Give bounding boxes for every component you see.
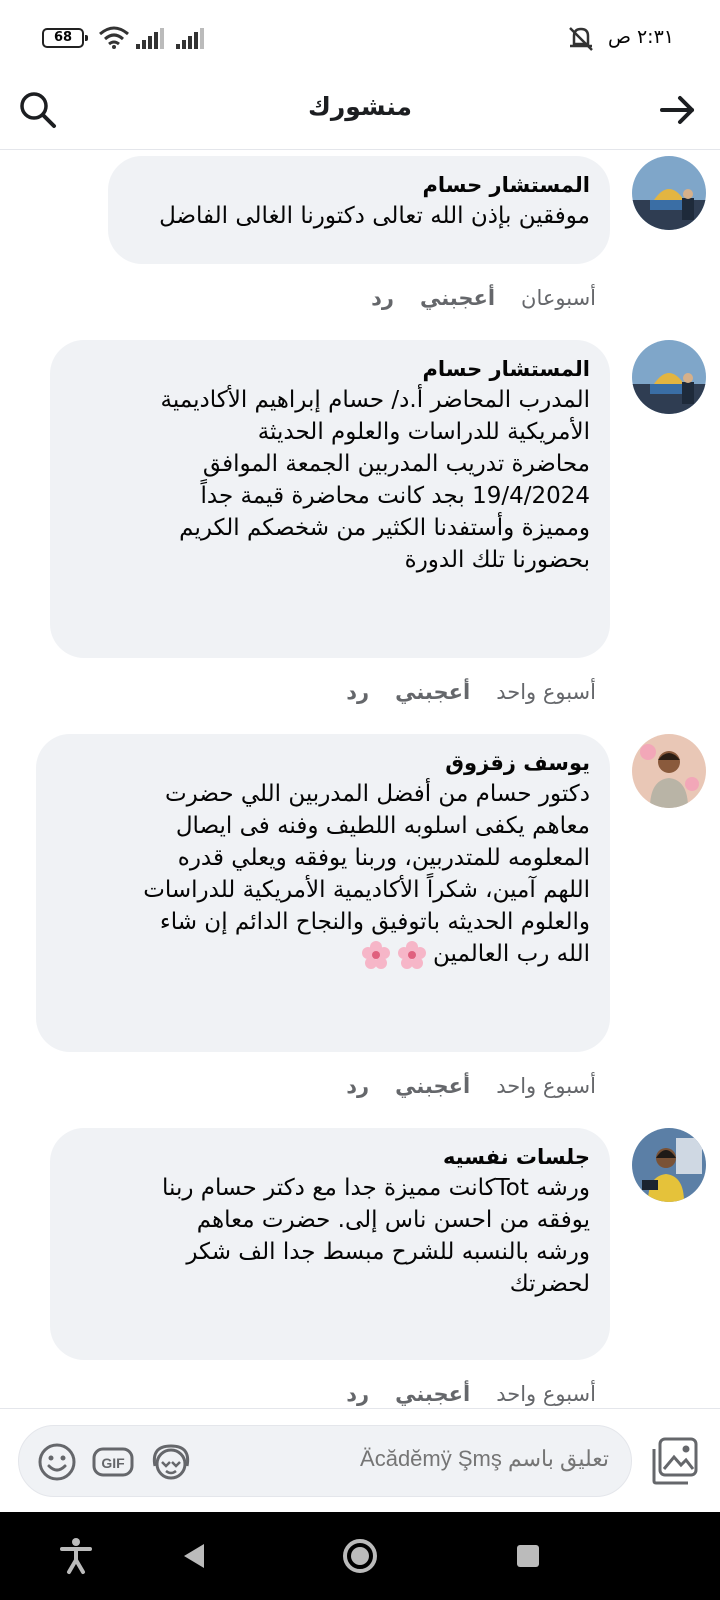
like-button[interactable]: أعجبني bbox=[395, 1382, 470, 1406]
comment-author[interactable]: جلسات نفسيه bbox=[70, 1142, 590, 1172]
comment-text: موفقين بإذن الله تعالى دكتورنا الغالى ال… bbox=[159, 203, 590, 229]
reply-button[interactable]: رد bbox=[346, 680, 369, 704]
wifi-icon bbox=[99, 26, 129, 49]
comment-line: ومميزة وأستفدنا الكثير من شخصكم الكريم bbox=[179, 515, 590, 541]
status-bar: 68 ٢:٣١ ص bbox=[0, 0, 720, 78]
gif-label: GIF bbox=[101, 1455, 125, 1471]
like-button[interactable]: أعجبني bbox=[395, 1074, 470, 1098]
comment-time: أسبوع واحد bbox=[496, 1074, 596, 1098]
comment-line: المدرب المحاضر أ.د/ حسام إبراهيم الأكادي… bbox=[160, 387, 590, 413]
comment-line: 19/4/2024 بجد كانت محاضرة قيمة جداً bbox=[200, 483, 590, 509]
comment-line: اللهم آمين، شكراً الأكاديمية الأمريكية ل… bbox=[143, 877, 590, 903]
signal-icon bbox=[136, 28, 164, 49]
comment-line: دكتور حسام من أفضل المدربين اللي حضرت bbox=[165, 781, 590, 807]
comment-actions: أسبوع واحد أعجبني رد bbox=[320, 1074, 596, 1098]
comment-bubble[interactable]: المستشار حسام المدرب المحاضر أ.د/ حسام إ… bbox=[50, 340, 610, 658]
comment-time: أسبوعان bbox=[521, 286, 596, 310]
bell-off-icon bbox=[569, 27, 593, 51]
cherry-blossom-icon bbox=[362, 940, 391, 969]
app-header: منشورك bbox=[0, 78, 720, 150]
avatar[interactable] bbox=[632, 1128, 706, 1202]
comment-composer: GIF bbox=[0, 1408, 720, 1512]
comment-author[interactable]: المستشار حسام bbox=[128, 170, 590, 200]
emoji-icon[interactable] bbox=[35, 1440, 79, 1484]
reply-button[interactable]: رد bbox=[371, 286, 394, 310]
comment-input[interactable] bbox=[279, 1446, 609, 1472]
comment-time: أسبوع واحد bbox=[496, 680, 596, 704]
avatar[interactable] bbox=[632, 156, 706, 230]
avatar[interactable] bbox=[632, 734, 706, 808]
comment-author[interactable]: المستشار حسام bbox=[70, 354, 590, 384]
clock: ٢:٣١ ص bbox=[607, 26, 674, 48]
comment-bubble[interactable]: المستشار حسام موفقين بإذن الله تعالى دكت… bbox=[108, 156, 610, 264]
like-button[interactable]: أعجبني bbox=[395, 680, 470, 704]
comment-actions: أسبوع واحد أعجبني رد bbox=[320, 1382, 596, 1406]
person-photo-avatar bbox=[632, 734, 706, 808]
photo-gallery-icon[interactable] bbox=[650, 1435, 702, 1487]
comment-line: معاهم يكفى اسلوبه اللطيف وفنه فى ايصال bbox=[175, 813, 590, 839]
comment-author[interactable]: يوسف زقزوق bbox=[56, 748, 590, 778]
signal-icon bbox=[176, 28, 204, 49]
comment-actions: أسبوعان أعجبني رد bbox=[345, 286, 596, 310]
reply-button[interactable]: رد bbox=[346, 1382, 369, 1406]
comment-line: محاضرة تدريب المدربين الجمعة الموافق bbox=[202, 451, 590, 477]
reply-button[interactable]: رد bbox=[346, 1074, 369, 1098]
comment-time: أسبوع واحد bbox=[496, 1382, 596, 1406]
comment-line: المعلومه للمتدربين، وربنا يوفقه ويعلي قد… bbox=[177, 845, 590, 871]
comment-line-with-emoji: الله رب العالمين bbox=[56, 938, 590, 970]
comment-line: بحضورنا تلك الدورة bbox=[404, 547, 590, 573]
comment-line: الله رب العالمين bbox=[433, 941, 590, 967]
avatar-sticker-icon[interactable] bbox=[147, 1440, 195, 1484]
back-icon[interactable] bbox=[180, 1536, 210, 1576]
like-button[interactable]: أعجبني bbox=[420, 286, 495, 310]
battery-level: 68 bbox=[53, 30, 73, 45]
page-title: منشورك bbox=[307, 92, 413, 121]
comment-input-box[interactable]: GIF bbox=[18, 1425, 632, 1497]
dome-of-the-rock-avatar bbox=[632, 156, 706, 230]
back-arrow-icon[interactable] bbox=[656, 88, 700, 132]
system-navigation-bar bbox=[0, 1512, 720, 1600]
comment-line: والعلوم الحديثه باتوفيق والنجاح الدائم إ… bbox=[159, 909, 590, 935]
cherry-blossom-icon bbox=[398, 940, 427, 969]
avatar[interactable] bbox=[632, 340, 706, 414]
comment-bubble[interactable]: جلسات نفسيه ورشه Totكانت مميزة جدا مع دك… bbox=[50, 1128, 610, 1360]
recents-icon[interactable] bbox=[508, 1536, 548, 1576]
home-icon[interactable] bbox=[340, 1536, 380, 1576]
comment-bubble[interactable]: يوسف زقزوق دكتور حسام من أفضل المدربين ا… bbox=[36, 734, 610, 1052]
comment-line: ورشه Totكانت مميزة جدا مع دكتر حسام ربنا bbox=[162, 1175, 590, 1201]
comment-line: لحضرتك bbox=[509, 1271, 590, 1297]
comment-line: ورشه بالنسبه للشرح مبسط جدا الف شكر bbox=[186, 1239, 590, 1265]
gif-icon[interactable]: GIF bbox=[91, 1440, 135, 1484]
comment-line: الأمريكية للدراسات والعلوم الحديثة bbox=[257, 419, 590, 445]
accessibility-icon[interactable] bbox=[56, 1536, 96, 1576]
dome-of-the-rock-avatar bbox=[632, 340, 706, 414]
battery-icon: 68 bbox=[42, 28, 88, 48]
comment-line: يوفقه من احسن ناس إلى. حضرت معاهم bbox=[196, 1207, 590, 1233]
person-photo-avatar bbox=[632, 1128, 706, 1202]
comment-actions: أسبوع واحد أعجبني رد bbox=[320, 680, 596, 704]
